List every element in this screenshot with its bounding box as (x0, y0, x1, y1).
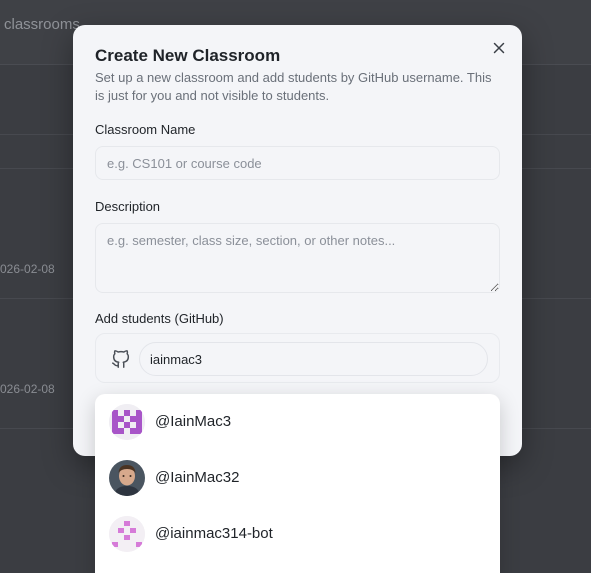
classroom-name-label: Classroom Name (95, 122, 196, 137)
suggestion-item[interactable]: @IainMac32 (95, 450, 500, 506)
description-textarea[interactable] (95, 223, 500, 293)
close-icon (493, 42, 505, 54)
suggestion-username: @iainmac314-bot (155, 525, 273, 542)
identicon-icon (109, 404, 145, 440)
dialog-subtitle: Set up a new classroom and add students … (95, 70, 492, 103)
dialog-title: Create New Classroom (95, 46, 281, 65)
github-icon (112, 350, 130, 368)
suggestion-username: @IainMac32 (155, 469, 240, 486)
suggestion-item[interactable]: @IainMac3 (95, 394, 500, 450)
create-classroom-dialog: Create New Classroom Set up a new classr… (73, 25, 522, 456)
background-date: 026-02-08 (0, 382, 55, 396)
github-student-field (95, 333, 500, 383)
background-title: classrooms (4, 16, 80, 33)
suggestion-item[interactable]: @iainmac314-bot (95, 506, 500, 562)
classroom-name-input[interactable] (95, 146, 500, 180)
close-button[interactable] (490, 39, 508, 57)
add-students-label: Add students (GitHub) (95, 311, 224, 326)
avatar (109, 460, 145, 496)
suggestion-username: @IainMac3 (155, 413, 232, 430)
avatar (109, 516, 145, 552)
github-username-input[interactable] (139, 342, 488, 376)
identicon-icon (109, 516, 145, 552)
avatar (109, 404, 145, 440)
user-photo-icon (109, 460, 145, 496)
background-date: 026-02-08 (0, 262, 55, 276)
description-label: Description (95, 199, 161, 214)
username-suggestions: @IainMac3 @IainMac32 @iainmac314-bot (95, 394, 500, 573)
